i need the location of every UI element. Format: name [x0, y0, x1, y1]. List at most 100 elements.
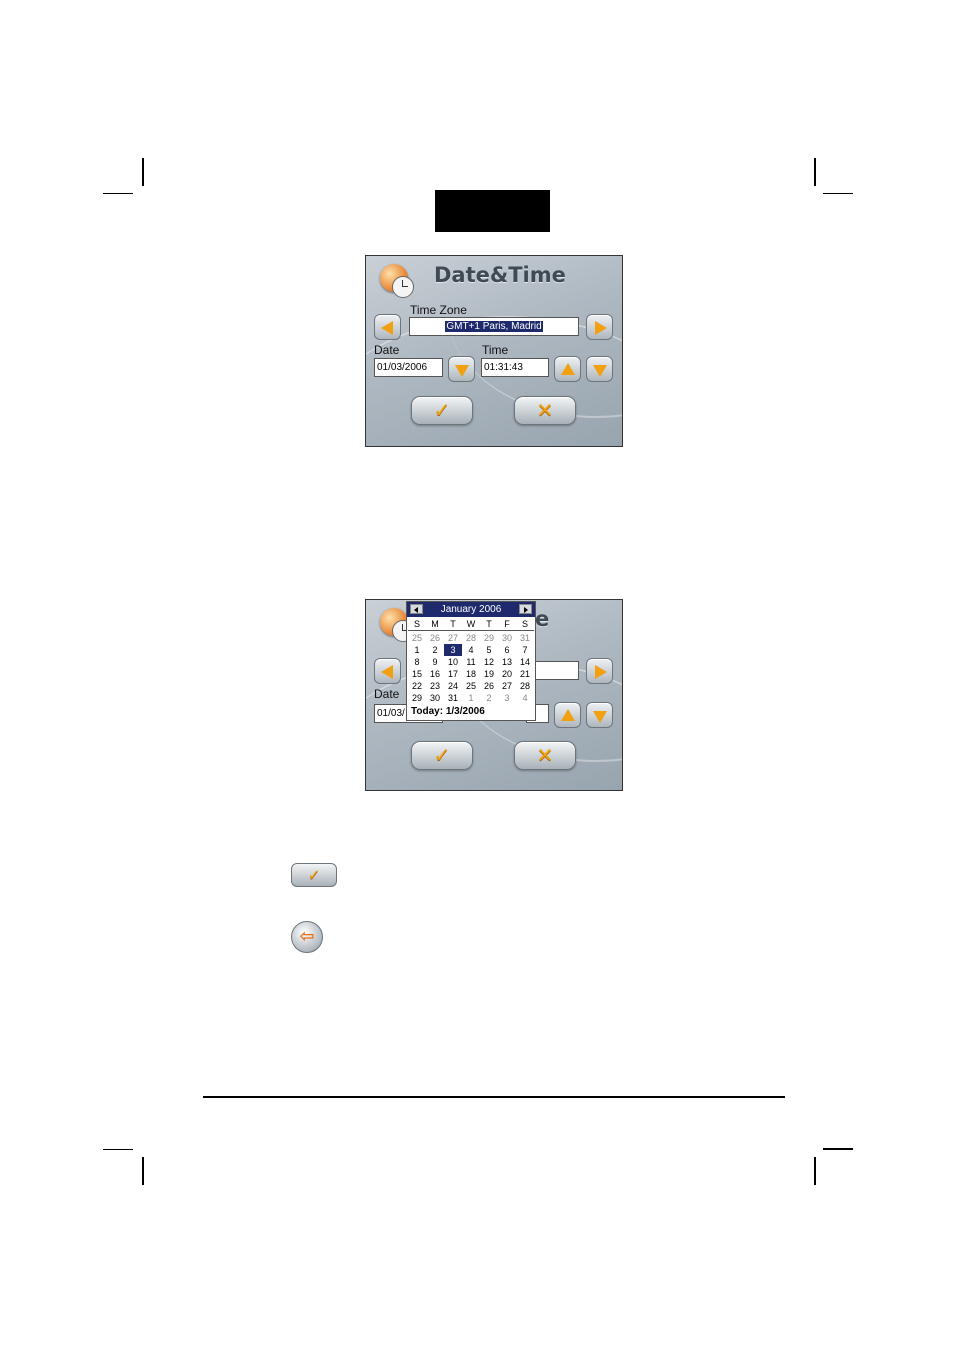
right-arrow-icon: [595, 321, 607, 335]
weekday-header: T: [444, 618, 462, 631]
calendar-day[interactable]: 28: [516, 680, 534, 692]
cancel-button[interactable]: ✕: [514, 396, 576, 425]
weekday-header: S: [408, 618, 426, 631]
calendar-day[interactable]: 25: [408, 632, 426, 644]
timezone-field[interactable]: GMT+1 Paris, Madrid: [409, 317, 579, 336]
next-month-button[interactable]: [519, 604, 532, 614]
calendar-day[interactable]: 9: [426, 656, 444, 668]
cross-icon: ✕: [536, 398, 554, 422]
timezone-next-button[interactable]: [586, 314, 613, 340]
time-up-button[interactable]: [554, 702, 581, 728]
calendar-day[interactable]: 5: [480, 644, 498, 656]
calendar-day[interactable]: 8: [408, 656, 426, 668]
prev-month-button[interactable]: [410, 604, 423, 614]
calendar-day[interactable]: 30: [426, 692, 444, 704]
calendar-day[interactable]: 27: [498, 680, 516, 692]
time-label: Time: [482, 343, 509, 357]
calendar-day[interactable]: 23: [426, 680, 444, 692]
calendar-day[interactable]: 3: [444, 644, 462, 656]
crop-mark: [103, 1149, 133, 1150]
today-label: Today:: [411, 706, 444, 717]
right-arrow-icon: [595, 665, 607, 679]
calendar-day[interactable]: 1: [462, 692, 480, 704]
calendar-day[interactable]: 22: [408, 680, 426, 692]
calendar-day[interactable]: 4: [462, 644, 480, 656]
cross-icon: ✕: [536, 743, 554, 767]
calendar-day[interactable]: 3: [498, 692, 516, 704]
calendar-day[interactable]: 2: [480, 692, 498, 704]
time-field[interactable]: 01:31:43: [481, 358, 549, 377]
date-time-screen: Date&Time Time Zone GMT+1 Paris, Madrid …: [365, 255, 623, 447]
ok-button[interactable]: ✓: [411, 396, 473, 425]
calendar-day[interactable]: 17: [444, 668, 462, 680]
date-field[interactable]: 01/03/2006: [374, 358, 443, 377]
cancel-button[interactable]: ✕: [514, 741, 576, 770]
calendar-day[interactable]: 20: [498, 668, 516, 680]
timezone-value: GMT+1 Paris, Madrid: [445, 321, 543, 332]
calendar-day[interactable]: 26: [426, 632, 444, 644]
calendar-day[interactable]: 21: [516, 668, 534, 680]
calendar-day[interactable]: 12: [480, 656, 498, 668]
date-picker-screen: e Date 01/03/ ✓ ✕ January 2006 SMTWTFS 2…: [365, 599, 623, 791]
calendar-day[interactable]: 1: [408, 644, 426, 656]
crop-mark: [823, 193, 853, 194]
calendar-days: 25 26 27 28 29 30 31 1 2 3 4 5 6 7 8 9 10 11 12 13 14 15 16 17 1…: [407, 631, 535, 704]
calendar-day[interactable]: 4: [516, 692, 534, 704]
weekday-header: S: [516, 618, 534, 631]
page-title-partial: e: [535, 607, 550, 631]
page-title: Date&Time: [434, 263, 566, 287]
today-value: 1/3/2006: [445, 706, 485, 717]
calendar-day[interactable]: 29: [480, 632, 498, 644]
calendar-weekday-row: SMTWTFS: [407, 617, 535, 631]
calendar-day[interactable]: 27: [444, 632, 462, 644]
check-icon: ✓: [307, 866, 321, 884]
date-label: Date: [374, 343, 400, 357]
calendar-today[interactable]: Today: 1/3/2006: [407, 704, 535, 720]
down-arrow-icon: [593, 711, 607, 723]
calendar-day[interactable]: 7: [516, 644, 534, 656]
crop-mark: [823, 1148, 853, 1150]
time-up-button[interactable]: [554, 356, 581, 382]
down-arrow-icon: [455, 365, 469, 377]
back-button-legend: ⇦: [291, 921, 323, 953]
left-arrow-icon: [381, 321, 393, 335]
calendar-day[interactable]: 14: [516, 656, 534, 668]
date-dropdown-button[interactable]: [448, 356, 475, 382]
timezone-next-button[interactable]: [586, 658, 613, 684]
time-down-button[interactable]: [586, 356, 613, 382]
calendar-day[interactable]: 15: [408, 668, 426, 680]
footer-rule: [203, 1096, 785, 1098]
calendar-day[interactable]: 2: [426, 644, 444, 656]
crop-mark: [103, 193, 133, 194]
calendar-popup: January 2006 SMTWTFS 25 26 27 28 29 30 31 1 2 3 4 5…: [406, 601, 536, 721]
calendar-month-title: January 2006: [440, 604, 502, 615]
check-icon: ✓: [433, 743, 451, 767]
crop-mark: [142, 1157, 144, 1185]
back-arrow-icon: ⇦: [299, 926, 315, 947]
calendar-day[interactable]: 28: [462, 632, 480, 644]
time-down-button[interactable]: [586, 702, 613, 728]
weekday-header: T: [480, 618, 498, 631]
calendar-day[interactable]: 16: [426, 668, 444, 680]
calendar-day[interactable]: 24: [444, 680, 462, 692]
calendar-day[interactable]: 25: [462, 680, 480, 692]
calendar-day[interactable]: 31: [444, 692, 462, 704]
clock-icon: [392, 276, 414, 298]
down-arrow-icon: [593, 365, 607, 377]
calendar-day[interactable]: 18: [462, 668, 480, 680]
calendar-day[interactable]: 26: [480, 680, 498, 692]
calendar-day[interactable]: 10: [444, 656, 462, 668]
timezone-prev-button[interactable]: [374, 314, 401, 340]
calendar-day[interactable]: 13: [498, 656, 516, 668]
weekday-header: W: [462, 618, 480, 631]
timezone-label: Time Zone: [410, 303, 467, 317]
timezone-prev-button[interactable]: [374, 658, 401, 684]
calendar-day[interactable]: 6: [498, 644, 516, 656]
calendar-day[interactable]: 11: [462, 656, 480, 668]
ok-button[interactable]: ✓: [411, 741, 473, 770]
calendar-day[interactable]: 19: [480, 668, 498, 680]
calendar-day[interactable]: 30: [498, 632, 516, 644]
weekday-header: M: [426, 618, 444, 631]
calendar-day[interactable]: 31: [516, 632, 534, 644]
calendar-day[interactable]: 29: [408, 692, 426, 704]
